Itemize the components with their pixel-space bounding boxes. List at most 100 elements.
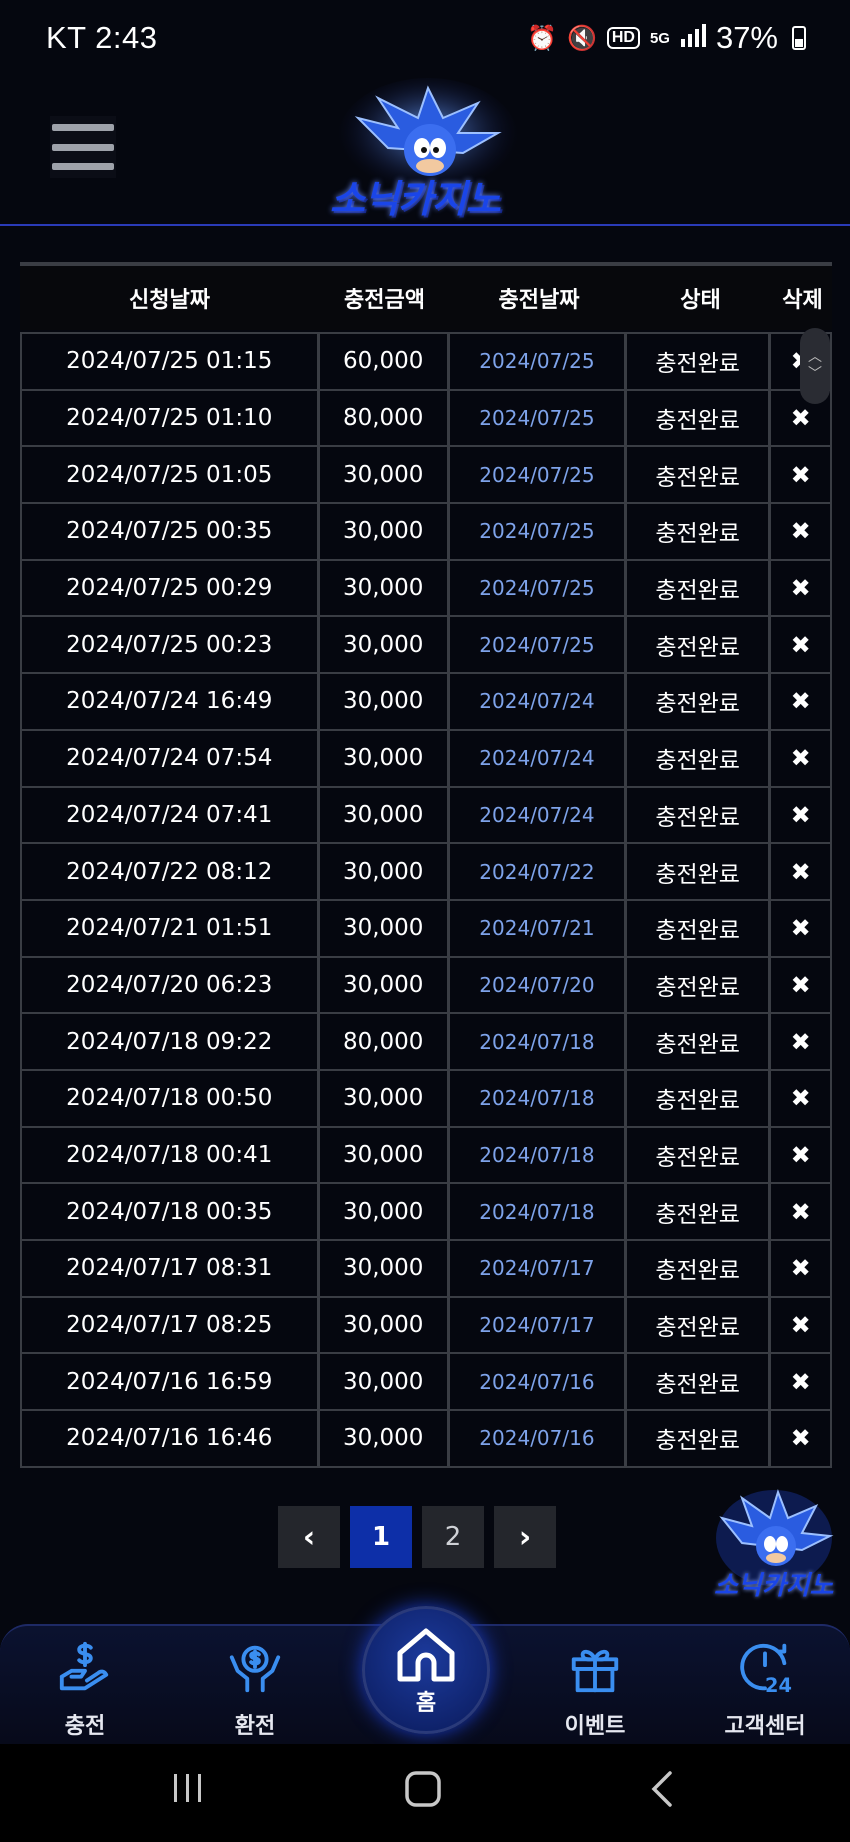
delete-button[interactable]: ✖ <box>771 617 830 672</box>
nav-home[interactable]: 홈 <box>362 1606 490 1734</box>
charge-date-cell: 2024/07/24 <box>450 674 627 729</box>
site-header: 소닉카지노 <box>0 78 850 226</box>
delete-button[interactable]: ✖ <box>771 674 830 729</box>
nav-exchange[interactable]: 환전 <box>185 1638 325 1740</box>
status-cell: 충전완료 <box>627 334 772 389</box>
delete-button[interactable]: ✖ <box>771 504 830 559</box>
status-cell: 충전완료 <box>627 844 772 899</box>
table-row: 2024/07/17 08:31 30,000 2024/07/17 충전완료 ✖ <box>22 1239 830 1296</box>
delete-button[interactable]: ✖ <box>771 731 830 786</box>
charge-date-cell: 2024/07/18 <box>450 1184 627 1239</box>
amount-cell: 30,000 <box>320 787 450 843</box>
5g-icon: 5G <box>649 29 670 47</box>
nav-deposit[interactable]: 충전 <box>15 1638 155 1740</box>
request-date-cell: 2024/07/16 16:46 <box>22 1411 320 1466</box>
nav-deposit-label: 충전 <box>64 1714 106 1739</box>
amount-cell: 30,000 <box>320 1297 450 1353</box>
amount-cell: 30,000 <box>320 504 450 559</box>
delete-button[interactable]: ✖ <box>771 1354 830 1409</box>
next-page-button[interactable]: › <box>494 1506 556 1568</box>
delete-button[interactable]: ✖ <box>771 958 830 1013</box>
table-row: 2024/07/25 01:1560,0002024/07/25충전완료✖ <box>22 332 830 389</box>
status-bar: KT 2:43 ⏰ 🔇 HD 5G 37% <box>0 0 850 78</box>
request-date-cell: 2024/07/24 07:41 <box>22 787 320 843</box>
table-row: 2024/07/25 01:10 80,000 2024/07/25 충전완료 ✖ <box>22 388 830 446</box>
delete-button[interactable]: ✖ <box>771 1298 830 1353</box>
table-row: 2024/07/21 01:51 30,000 2024/07/21 충전완료 ✖ <box>22 898 830 956</box>
recent-apps-icon[interactable] <box>170 1770 206 1810</box>
amount-cell: 30,000 <box>320 560 450 616</box>
request-date-cell: 2024/07/18 00:35 <box>22 1184 320 1239</box>
page-2-button[interactable]: 2 <box>422 1506 484 1568</box>
status-cell: 충전완료 <box>627 504 772 559</box>
delete-button[interactable]: ✖ <box>771 447 830 502</box>
menu-icon[interactable] <box>50 116 116 178</box>
charge-date-cell: 2024/07/18 <box>450 1070 627 1126</box>
request-date-cell: 2024/07/16 16:59 <box>22 1354 320 1410</box>
status-cell: 충전완료 <box>627 1297 772 1353</box>
delete-button[interactable]: ✖ <box>771 844 830 899</box>
delete-button[interactable]: ✖ <box>771 788 830 843</box>
charge-date-cell: 2024/07/16 <box>450 1354 627 1410</box>
status-cell: 충전완료 <box>627 1070 772 1126</box>
table-row: 2024/07/22 08:12 30,000 2024/07/22 충전완료 ✖ <box>22 842 830 899</box>
request-date-cell: 2024/07/24 16:49 <box>22 674 320 729</box>
alarm-icon: ⏰ <box>527 24 557 52</box>
nav-support[interactable]: 24 고객센터 <box>695 1638 835 1740</box>
request-date-cell: 2024/07/25 00:29 <box>22 560 320 616</box>
amount-cell: 60,000 <box>320 334 450 389</box>
page-1-button[interactable]: 1 <box>350 1506 412 1568</box>
request-date-cell: 2024/07/21 01:51 <box>22 900 320 956</box>
request-date-cell: 2024/07/17 08:25 <box>22 1297 320 1353</box>
nav-support-label: 고객센터 <box>724 1714 806 1739</box>
amount-cell: 30,000 <box>320 1184 450 1239</box>
nav-event-label: 이벤트 <box>564 1714 626 1739</box>
back-icon[interactable] <box>648 1770 676 1812</box>
pagination: ‹ 1 2 › <box>278 1506 556 1568</box>
delete-button[interactable]: ✖ <box>771 1014 830 1069</box>
request-date-cell: 2024/07/18 00:41 <box>22 1127 320 1183</box>
delete-button[interactable]: ✖ <box>771 1241 830 1296</box>
table-row: 2024/07/25 00:35 30,000 2024/07/25 충전완료 ✖ <box>22 502 830 559</box>
status-cell: 충전완료 <box>627 1014 772 1069</box>
status-cell: 충전완료 <box>627 957 772 1013</box>
charge-date-cell: 2024/07/25 <box>450 504 627 559</box>
status-time: KT 2:43 <box>46 20 158 55</box>
delete-button[interactable]: ✖ <box>771 1128 830 1183</box>
status-cell: 충전완료 <box>627 730 772 786</box>
charge-date-cell: 2024/07/24 <box>450 730 627 786</box>
status-cell: 충전완료 <box>627 1354 772 1410</box>
logo-text[interactable]: 소닉카지노 <box>330 168 501 223</box>
table-row: 2024/07/25 01:05 30,000 2024/07/25 충전완료 ✖ <box>22 445 830 503</box>
table-row: 2024/07/16 16:59 30,000 2024/07/16 충전완료 ✖ <box>22 1352 830 1410</box>
table-row: 2024/07/24 07:41 30,000 2024/07/24 충전완료 ✖ <box>22 785 830 843</box>
delete-button[interactable]: ✖ <box>771 901 830 956</box>
status-cell: 충전완료 <box>627 1184 772 1239</box>
delete-button[interactable]: ✖ <box>771 1411 830 1466</box>
nav-event[interactable]: 이벤트 <box>525 1638 665 1740</box>
home-icon <box>397 1628 455 1682</box>
svg-text:24: 24 <box>765 1674 792 1696</box>
status-cell: 충전완료 <box>627 560 772 616</box>
charge-date-cell: 2024/07/25 <box>450 617 627 673</box>
delete-button[interactable]: ✖ <box>771 1071 830 1126</box>
status-cell: 충전완료 <box>627 1241 772 1296</box>
amount-cell: 30,000 <box>320 1127 450 1183</box>
scroll-handle[interactable]: ︿ ﹀ <box>800 328 830 404</box>
delete-button[interactable]: ✖ <box>771 561 830 616</box>
charge-date-cell: 2024/07/18 <box>450 1127 627 1183</box>
status-cell: 충전완료 <box>627 617 772 673</box>
delete-button[interactable]: ✖ <box>771 1184 830 1239</box>
prev-page-button[interactable]: ‹ <box>278 1506 340 1568</box>
floating-logo-text[interactable]: 소닉카지노 <box>714 1565 834 1602</box>
table-row: 2024/07/18 09:22 80,000 2024/07/18 충전완료 ✖ <box>22 1012 830 1069</box>
table-row: 2024/07/24 07:54 30,000 2024/07/24 충전완료 ✖ <box>22 728 830 786</box>
table-row: 2024/07/17 08:25 30,000 2024/07/17 충전완료 ✖ <box>22 1295 830 1353</box>
signal-icon <box>680 23 706 54</box>
home-system-icon[interactable] <box>404 1770 442 1812</box>
table-row: 2024/07/16 16:46 30,000 2024/07/16 충전완료 ✖ <box>22 1409 830 1466</box>
request-date-cell: 2024/07/18 09:22 <box>22 1014 320 1069</box>
request-date-cell: 2024/07/20 06:23 <box>22 957 320 1013</box>
status-cell: 충전완료 <box>627 900 772 956</box>
charge-date-cell: 2024/07/25 <box>450 334 627 389</box>
